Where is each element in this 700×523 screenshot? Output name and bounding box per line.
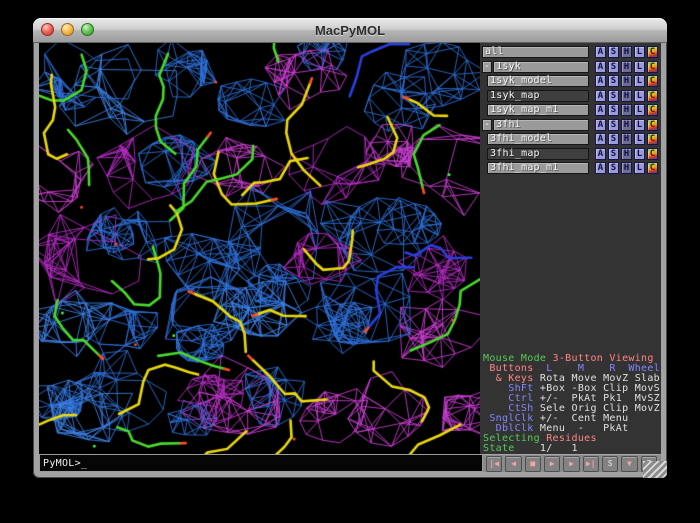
vcr-controls: |◀◀■▶▶▶|S▼F bbox=[483, 454, 661, 472]
object-all-s-button[interactable]: S bbox=[608, 46, 619, 58]
group-collapse-button[interactable]: - bbox=[482, 119, 492, 131]
object-1syk_map_m1-s-button[interactable]: S bbox=[608, 104, 619, 116]
internal-gui-panel: allASHLC-1sykASHLC1syk_modelASHLC1syk_ma… bbox=[480, 43, 661, 454]
object-all-a-button[interactable]: A bbox=[595, 46, 606, 58]
object-all-c-button[interactable]: C bbox=[647, 46, 658, 58]
object-row-1syk: -1syk ASHLC bbox=[480, 61, 661, 73]
object-1syk-l-button[interactable]: L bbox=[634, 61, 645, 73]
state-line: State 1/ 1 bbox=[483, 444, 661, 454]
object-row-3fhi_map: 3fhi_map ASHLC bbox=[480, 148, 661, 160]
window-title: MacPyMOL bbox=[33, 23, 667, 38]
object-3fhi-s-button[interactable]: S bbox=[608, 119, 619, 131]
object-3fhi_map_m1-c-button[interactable]: C bbox=[647, 162, 658, 174]
object-1syk_map-s-button[interactable]: S bbox=[608, 90, 619, 102]
object-3fhi_map_m1-l-button[interactable]: L bbox=[634, 162, 645, 174]
object-1syk_map_m1-h-button[interactable]: H bbox=[621, 104, 632, 116]
command-bar[interactable]: PyMOL>_ bbox=[39, 454, 483, 472]
object-label-1syk_map[interactable]: 1syk_map bbox=[487, 90, 589, 102]
object-row-all: all ASHLC bbox=[480, 46, 661, 58]
object-row-1syk_map_m1: 1syk_map_m1 ASHLC bbox=[480, 104, 661, 116]
object-row-3fhi: -3fhi ASHLC bbox=[480, 119, 661, 131]
window-content: allASHLC-1sykASHLC1syk_modelASHLC1syk_ma… bbox=[39, 43, 661, 472]
object-label-1syk_map_m1[interactable]: 1syk_map_m1 bbox=[487, 104, 589, 116]
play-button[interactable]: ▶ bbox=[544, 456, 560, 472]
mouse-mode-panel[interactable]: Mouse Mode 3-Button Viewing Buttons L M … bbox=[480, 352, 661, 454]
object-1syk_model-h-button[interactable]: H bbox=[621, 75, 632, 87]
object-3fhi_map-l-button[interactable]: L bbox=[634, 148, 645, 160]
object-1syk_map-c-button[interactable]: C bbox=[647, 90, 658, 102]
sculpt-toggle-button[interactable]: S bbox=[602, 456, 618, 472]
object-1syk_map_m1-l-button[interactable]: L bbox=[634, 104, 645, 116]
object-3fhi_map-s-button[interactable]: S bbox=[608, 148, 619, 160]
object-all-h-button[interactable]: H bbox=[621, 46, 632, 58]
object-label-3fhi_map_m1[interactable]: 3fhi_map_m1 bbox=[487, 162, 589, 174]
object-3fhi_map_m1-s-button[interactable]: S bbox=[608, 162, 619, 174]
object-3fhi_model-h-button[interactable]: H bbox=[621, 133, 632, 145]
step-forward-button[interactable]: ▶ bbox=[563, 456, 579, 472]
title-bar[interactable]: MacPyMOL bbox=[33, 18, 667, 43]
object-label-3fhi[interactable]: 3fhi bbox=[493, 119, 589, 131]
macpymol-window: MacPyMOL allASHLC-1sykASHLC1syk_modelASH… bbox=[33, 18, 667, 478]
object-3fhi-h-button[interactable]: H bbox=[621, 119, 632, 131]
viewport-canvas[interactable] bbox=[39, 43, 480, 454]
object-label-3fhi_model[interactable]: 3fhi_model bbox=[487, 133, 589, 145]
object-list: allASHLC-1sykASHLC1syk_modelASHLC1syk_ma… bbox=[480, 43, 661, 177]
object-1syk_map_m1-c-button[interactable]: C bbox=[647, 104, 658, 116]
object-3fhi_map-a-button[interactable]: A bbox=[595, 148, 606, 160]
object-1syk_model-s-button[interactable]: S bbox=[608, 75, 619, 87]
object-3fhi_model-s-button[interactable]: S bbox=[608, 133, 619, 145]
3d-viewport[interactable] bbox=[39, 43, 480, 454]
object-3fhi-a-button[interactable]: A bbox=[595, 119, 606, 131]
menu-dropdown-button[interactable]: ▼ bbox=[621, 456, 637, 472]
object-3fhi_map-h-button[interactable]: H bbox=[621, 148, 632, 160]
object-1syk_map_m1-a-button[interactable]: A bbox=[595, 104, 606, 116]
rewind-to-start-button[interactable]: |◀ bbox=[486, 456, 502, 472]
object-3fhi_model-l-button[interactable]: L bbox=[634, 133, 645, 145]
object-3fhi_map-c-button[interactable]: C bbox=[647, 148, 658, 160]
object-3fhi-l-button[interactable]: L bbox=[634, 119, 645, 131]
object-1syk_model-a-button[interactable]: A bbox=[595, 75, 606, 87]
object-1syk_map-a-button[interactable]: A bbox=[595, 90, 606, 102]
object-3fhi_model-a-button[interactable]: A bbox=[595, 133, 606, 145]
object-1syk-c-button[interactable]: C bbox=[647, 61, 658, 73]
object-1syk_model-l-button[interactable]: L bbox=[634, 75, 645, 87]
object-row-1syk_model: 1syk_model ASHLC bbox=[480, 75, 661, 87]
object-label-3fhi_map[interactable]: 3fhi_map bbox=[487, 148, 589, 160]
object-label-all[interactable]: all bbox=[482, 46, 589, 58]
stop-button[interactable]: ■ bbox=[525, 456, 541, 472]
object-1syk-s-button[interactable]: S bbox=[608, 61, 619, 73]
object-1syk-h-button[interactable]: H bbox=[621, 61, 632, 73]
object-all-l-button[interactable]: L bbox=[634, 46, 645, 58]
object-row-1syk_map: 1syk_map ASHLC bbox=[480, 90, 661, 102]
object-3fhi-c-button[interactable]: C bbox=[647, 119, 658, 131]
object-label-1syk_model[interactable]: 1syk_model bbox=[487, 75, 589, 87]
object-3fhi_map_m1-a-button[interactable]: A bbox=[595, 162, 606, 174]
command-prompt[interactable]: PyMOL>_ bbox=[40, 458, 87, 469]
step-back-button[interactable]: ◀ bbox=[505, 456, 521, 472]
object-3fhi_model-c-button[interactable]: C bbox=[647, 133, 658, 145]
resize-grip-icon[interactable] bbox=[643, 461, 667, 478]
object-row-3fhi_model: 3fhi_model ASHLC bbox=[480, 133, 661, 145]
object-1syk-a-button[interactable]: A bbox=[595, 61, 606, 73]
object-1syk_model-c-button[interactable]: C bbox=[647, 75, 658, 87]
object-1syk_map-l-button[interactable]: L bbox=[634, 90, 645, 102]
object-row-3fhi_map_m1: 3fhi_map_m1 ASHLC bbox=[480, 162, 661, 174]
group-collapse-button[interactable]: - bbox=[482, 61, 492, 73]
forward-to-end-button[interactable]: ▶| bbox=[583, 456, 599, 472]
object-label-1syk[interactable]: 1syk bbox=[493, 61, 589, 73]
object-1syk_map-h-button[interactable]: H bbox=[621, 90, 632, 102]
object-3fhi_map_m1-h-button[interactable]: H bbox=[621, 162, 632, 174]
